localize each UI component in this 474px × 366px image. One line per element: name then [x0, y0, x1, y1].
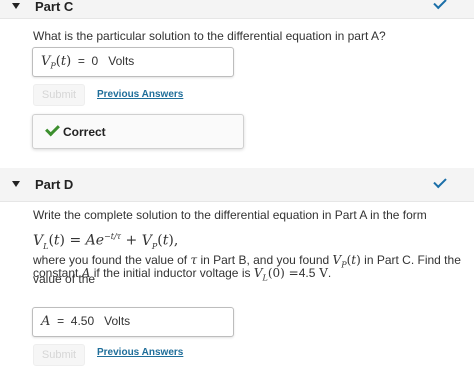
initial-voltage: 4.5: [298, 266, 316, 280]
part-d-title: Part D: [35, 177, 74, 192]
initial-voltage-unit: V: [319, 266, 328, 280]
part-c-answer-unit: Volts: [108, 54, 135, 68]
part-d-question: Write the complete solution to the diffe…: [33, 208, 427, 222]
part-c-title: Part C: [35, 0, 74, 14]
caret-down-icon[interactable]: [12, 181, 20, 187]
complete-check-icon: [433, 174, 447, 189]
vp-symbol: VP: [41, 54, 56, 71]
correct-check-icon: [45, 121, 60, 137]
correct-label: Correct: [63, 125, 106, 139]
part-d-answer-value: 4.50: [70, 314, 95, 328]
part-c-question: What is the particular solution to the d…: [33, 29, 386, 43]
part-d-header[interactable]: Part D: [0, 168, 474, 202]
part-c-previous-answers-link[interactable]: Previous Answers: [97, 89, 183, 100]
complete-check-icon: [433, 0, 447, 10]
part-c-answer-value: 0: [91, 54, 99, 68]
part-c-answer: VP(t) = 0 Volts: [41, 54, 135, 71]
solution-form-equation: VL(t) = Ae−t/τ + VP(t),: [33, 232, 179, 251]
part-c-submit-button[interactable]: Submit: [33, 84, 85, 106]
part-c-feedback: Correct: [32, 114, 244, 149]
caret-down-icon[interactable]: [12, 3, 20, 9]
part-d-answer-unit: Volts: [104, 314, 131, 328]
part-d-answer: A A = = 4.50 Volts: [41, 314, 131, 329]
part-d-body-line2: constant A if the initial inductor volta…: [33, 266, 332, 283]
part-d-previous-answers-link[interactable]: Previous Answers: [97, 347, 183, 358]
part-c-answer-field[interactable]: VP(t) = 0 Volts: [32, 47, 234, 77]
part-d-submit-button[interactable]: Submit: [33, 344, 85, 366]
part-c-header[interactable]: Part C: [0, 0, 474, 19]
part-d-answer-field[interactable]: A A = = 4.50 Volts: [32, 307, 234, 337]
